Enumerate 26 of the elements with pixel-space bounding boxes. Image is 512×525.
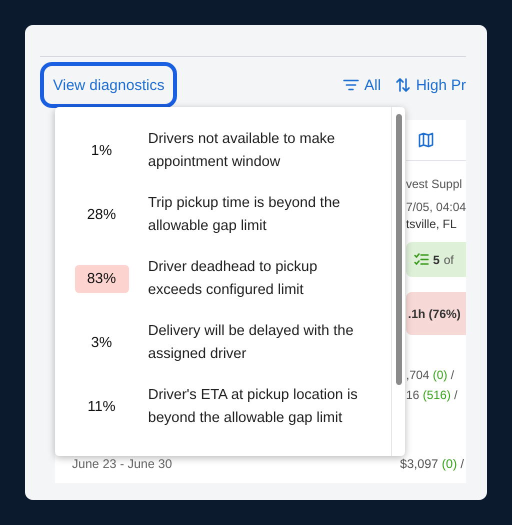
filter-button[interactable]: All: [343, 76, 381, 94]
amount-text: ,704 (0) /: [406, 368, 456, 382]
percent-value: 83%: [74, 265, 128, 293]
sort-icon: [394, 77, 411, 93]
percent-value: 11%: [86, 398, 116, 417]
filter-icon: [343, 79, 360, 91]
percent-value: 3%: [90, 334, 113, 353]
scrollbar-thumb[interactable]: [396, 114, 402, 385]
sort-button[interactable]: High Pr: [394, 76, 466, 94]
diagnostic-reason: Driver deadhead to pickup exceeds configured limit: [148, 258, 318, 300]
amount-text: $3,097 (0) /: [400, 457, 464, 471]
amount-text: 16 (516) /: [406, 388, 458, 402]
checklist-icon: [414, 253, 429, 266]
map-icon[interactable]: [418, 132, 434, 148]
diagnostic-reason: Trip pickup time is beyond the allowable gap limit: [148, 194, 342, 236]
diagnostic-reason: Driver's ETA at pickup location is beyond the allowable gap limit: [148, 386, 359, 428]
diagnostic-reason: Delivery will be delayed with the assigned driver: [148, 322, 355, 364]
diagnostic-reason: Drivers not available to make appointment window: [148, 130, 336, 172]
checklist-badge: 5 of: [406, 242, 466, 277]
customer-name: vest Suppl: [406, 177, 464, 191]
percent-value: 28%: [86, 206, 118, 225]
week-range: June 23 - June 30: [72, 457, 172, 471]
location-text: tsville, FL: [406, 217, 458, 231]
duration-badge: .1h (76%): [406, 292, 466, 335]
pickup-datetime: 7/05, 04:04: [406, 200, 466, 214]
percent-value: 1%: [90, 142, 113, 161]
